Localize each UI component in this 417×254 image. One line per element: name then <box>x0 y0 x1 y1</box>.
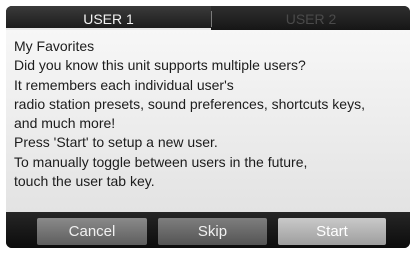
message-line: radio station presets, sound preferences… <box>14 95 365 112</box>
tab-user-2[interactable]: USER 2 <box>212 6 410 30</box>
message-line: and much more! <box>14 115 116 132</box>
message-line: touch the user tab key. <box>14 173 155 190</box>
user-setup-dialog: USER 1 USER 2 My Favorites Did you know … <box>6 6 410 248</box>
message-line: To manually toggle between users in the … <box>14 153 308 170</box>
message-line: Press 'Start' to setup a new user. <box>14 134 218 151</box>
start-button[interactable]: Start <box>278 218 386 245</box>
message-text: My Favorites Did you know this unit supp… <box>14 37 406 191</box>
cancel-button[interactable]: Cancel <box>37 218 147 245</box>
skip-button[interactable]: Skip <box>158 218 267 245</box>
message-line: It remembers each individual user's <box>14 76 234 93</box>
action-button-bar: Cancel Skip Start <box>6 212 410 248</box>
user-tab-bar: USER 1 USER 2 <box>6 6 410 30</box>
message-title: My Favorites <box>14 38 95 54</box>
message-line: Did you know this unit supports multiple… <box>14 57 306 74</box>
tab-user-1[interactable]: USER 1 <box>6 6 211 30</box>
message-panel: My Favorites Did you know this unit supp… <box>6 30 410 212</box>
head-unit-screen: USER 1 USER 2 My Favorites Did you know … <box>0 0 417 254</box>
